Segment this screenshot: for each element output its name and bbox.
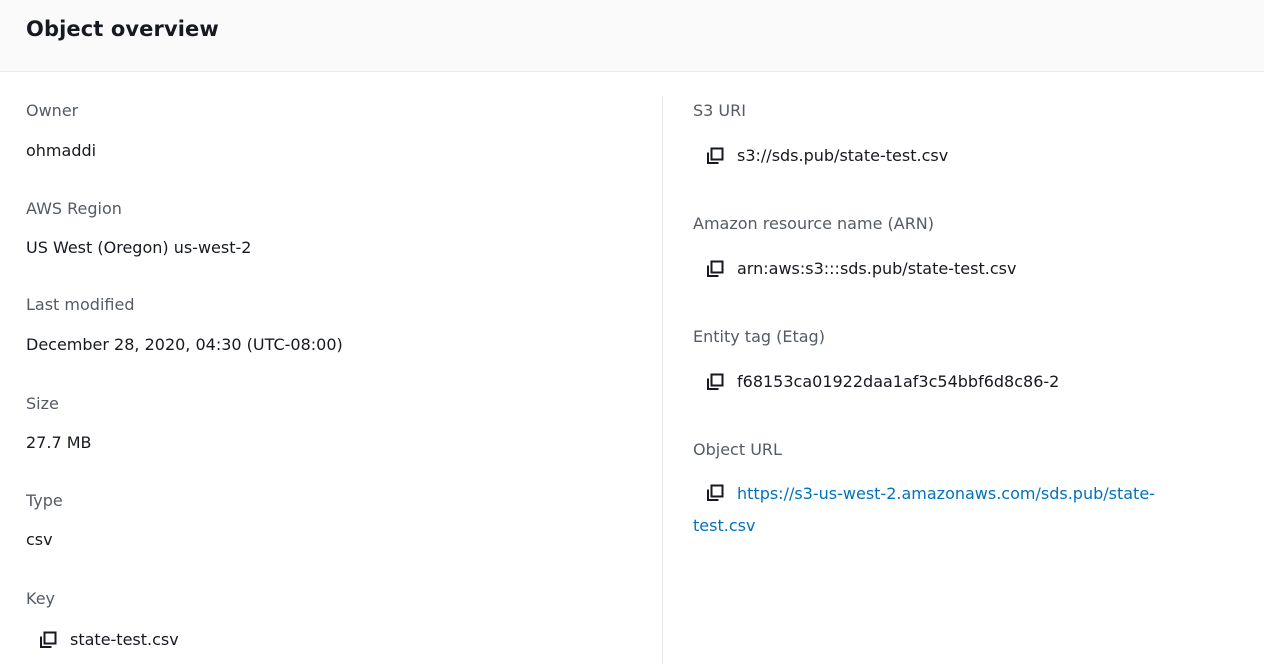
- object-url-block: https://s3-us-west-2.amazonaws.com/sds.p…: [693, 478, 1253, 542]
- column-divider: [662, 96, 663, 664]
- last-modified-field: Last modified: [26, 294, 134, 316]
- size-value: 27.7 MB: [26, 433, 92, 452]
- object-url-link[interactable]: https://s3-us-west-2.amazonaws.com/sds.p…: [693, 484, 1155, 535]
- object-url-line1[interactable]: https://s3-us-west-2.amazonaws.com/sds.p…: [737, 484, 1155, 503]
- s3-uri-copy-row: s3://sds.pub/state-test.csv: [705, 145, 948, 167]
- arn-value: arn:aws:s3:::sds.pub/state-test.csv: [737, 259, 1017, 278]
- size-field: Size: [26, 393, 59, 415]
- owner-value: ohmaddi: [26, 141, 97, 160]
- type-value: csv: [26, 530, 53, 549]
- etag-field: Entity tag (Etag): [693, 326, 825, 348]
- object-url-field: Object URL: [693, 439, 782, 461]
- last-modified-label: Last modified: [26, 295, 135, 314]
- s3-uri-value: s3://sds.pub/state-test.csv: [737, 146, 949, 165]
- copy-icon[interactable]: [705, 146, 725, 166]
- etag-value: f68153ca01922daa1af3c54bbf6d8c86-2: [737, 372, 1060, 391]
- object-url-line2[interactable]: test.csv: [693, 516, 755, 535]
- copy-icon[interactable]: [705, 483, 725, 503]
- copy-icon[interactable]: [705, 259, 725, 279]
- arn-copy-row: arn:aws:s3:::sds.pub/state-test.csv: [705, 258, 1016, 280]
- size-label: Size: [26, 394, 59, 413]
- owner-label: Owner: [26, 101, 79, 120]
- region-value: US West (Oregon) us-west-2: [26, 238, 252, 257]
- last-modified-value: December 28, 2020, 04:30 (UTC-08:00): [26, 335, 343, 354]
- region-label: AWS Region: [26, 199, 122, 218]
- owner-field: Owner: [26, 100, 78, 122]
- s3-uri-field: S3 URI: [693, 100, 746, 122]
- key-value: state-test.csv: [70, 630, 179, 649]
- etag-copy-row: f68153ca01922daa1af3c54bbf6d8c86-2: [705, 371, 1059, 393]
- key-copy-row: state-test.csv: [38, 629, 179, 651]
- type-label: Type: [26, 491, 63, 510]
- panel-header: Object overview: [0, 0, 1264, 72]
- arn-field: Amazon resource name (ARN): [693, 213, 934, 235]
- key-field: Key: [26, 588, 55, 610]
- object-url-label: Object URL: [693, 440, 782, 459]
- region-field: AWS Region: [26, 198, 122, 220]
- arn-label: Amazon resource name (ARN): [693, 214, 935, 233]
- key-label: Key: [26, 589, 56, 608]
- s3-uri-label: S3 URI: [693, 101, 746, 120]
- panel-title: Object overview: [26, 17, 219, 41]
- copy-icon[interactable]: [38, 630, 58, 650]
- type-field: Type: [26, 490, 63, 512]
- copy-icon[interactable]: [705, 372, 725, 392]
- etag-label: Entity tag (Etag): [693, 327, 825, 346]
